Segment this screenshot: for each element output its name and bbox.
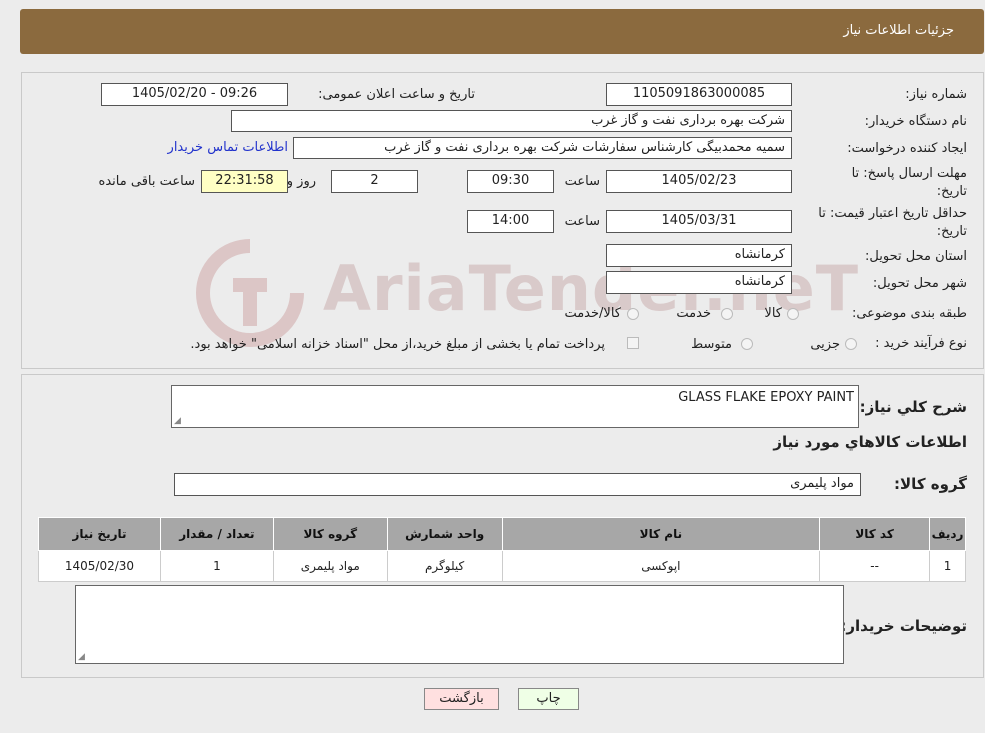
category-goods-service-radio[interactable] [627, 308, 639, 324]
need-number-field: 1105091863000085 [606, 83, 792, 106]
process-minor-radio[interactable] [845, 338, 857, 354]
category-label: طبقه بندی موضوعی: [851, 306, 967, 321]
process-medium-label: متوسط [691, 337, 732, 352]
cell-goods-group: مواد پلیمری [272, 550, 388, 582]
page-title: جزئیات اطلاعات نیاز [843, 23, 954, 38]
col-quantity: تعداد / مقدار [159, 517, 274, 551]
price-validity-time-field: 14:00 [467, 210, 554, 233]
col-goods-group: گروه کالا [272, 517, 388, 551]
price-validity-time-label: ساعت [564, 214, 600, 229]
cell-goods-code: -- [819, 550, 931, 582]
price-validity-date-field: 1405/03/31 [606, 210, 792, 233]
deadline-label: مهلت ارسال پاسخ: تا تاریخ: [851, 166, 967, 199]
buyer-notes-label: توضیحات خریدار: [840, 617, 967, 635]
goods-table-header-row: رديف کد کالا نام کالا واحد شمارش گروه کا… [38, 517, 966, 551]
cell-need-date: 1405/02/30 [38, 550, 161, 582]
watermark-logo-icon [196, 239, 304, 347]
buyer-org-label: نام دستگاه خریدار: [864, 114, 967, 129]
city-field: کرمانشاه [606, 271, 792, 294]
announce-label: تاریخ و ساعت اعلان عمومی: [318, 87, 475, 102]
process-minor-label: جزیی [810, 337, 840, 352]
table-row: 1 -- اپوکسی کیلوگرم مواد پلیمری 1 1405/0… [38, 550, 966, 582]
buyer-org-field: شرکت بهره برداری نفت و گاز غرب [231, 110, 792, 132]
category-service-label: خدمت [676, 306, 711, 321]
col-unit: واحد شمارش [386, 517, 503, 551]
col-goods-name: نام کالا [501, 517, 821, 551]
cell-row-number: 1 [929, 550, 966, 582]
category-goods-radio[interactable] [787, 308, 799, 324]
goods-group-label: گروه کالا: [894, 475, 967, 493]
province-field: کرمانشاه [606, 244, 792, 267]
price-validity-label: حداقل تاریخ اعتبار قیمت: تا تاریخ: [818, 206, 967, 239]
creator-label: ایجاد کننده درخواست: [847, 141, 967, 156]
cell-quantity: 1 [159, 550, 274, 582]
days-label: روز و [286, 174, 316, 189]
remaining-time-field: 22:31:58 [201, 170, 288, 193]
summary-label: شرح کلي نياز: [859, 398, 967, 416]
remaining-time-label: ساعت باقی مانده [98, 174, 195, 189]
city-label: شهر محل تحویل: [872, 276, 967, 291]
goods-table-wrap: رديف کد کالا نام کالا واحد شمارش گروه کا… [38, 517, 966, 582]
summary-textarea[interactable]: GLASS FLAKE EPOXY PAINT ◢ [171, 385, 859, 428]
province-label: استان محل تحویل: [865, 249, 967, 264]
buyer-notes-textarea[interactable]: ◢ [75, 585, 844, 664]
goods-table: رديف کد کالا نام کالا واحد شمارش گروه کا… [38, 517, 966, 582]
treasury-payment-checkbox[interactable] [627, 337, 639, 353]
resize-grip-icon[interactable]: ◢ [78, 652, 85, 662]
col-row-number: رديف [929, 517, 966, 551]
process-type-label: نوع فرآیند خرید : [875, 336, 967, 351]
need-number-label: شماره نیاز: [905, 87, 967, 102]
col-need-date: تاريخ نياز [38, 517, 161, 551]
deadline-date-field: 1405/02/23 [606, 170, 792, 193]
col-goods-code: کد کالا [819, 517, 931, 551]
days-remaining-field: 2 [331, 170, 418, 193]
cell-goods-name: اپوکسی [501, 550, 821, 582]
category-service-radio[interactable] [721, 308, 733, 324]
back-button[interactable]: بازگشت [424, 688, 499, 710]
cell-unit: کیلوگرم [386, 550, 503, 582]
print-button[interactable]: چاپ [518, 688, 579, 710]
summary-text: GLASS FLAKE EPOXY PAINT [678, 390, 854, 405]
category-goods-service-label: کالا/خدمت [564, 306, 621, 321]
category-goods-label: کالا [764, 306, 782, 321]
announce-datetime-field: 1405/02/20 - 09:26 [101, 83, 288, 106]
resize-grip-icon[interactable]: ◢ [174, 416, 181, 426]
page-header: جزئیات اطلاعات نیاز [20, 9, 984, 54]
process-medium-radio[interactable] [741, 338, 753, 354]
payment-note: پرداخت تمام یا بخشی از مبلغ خرید،از محل … [190, 337, 605, 352]
creator-field: سمیه محمدبیگی کارشناس سفارشات شرکت بهره … [293, 137, 792, 159]
goods-info-title: اطلاعات کالاهاي مورد نياز [773, 433, 967, 451]
goods-group-field: مواد پلیمری [174, 473, 861, 496]
deadline-time-label: ساعت [564, 174, 600, 189]
buyer-contact-link[interactable]: اطلاعات تماس خریدار [168, 140, 288, 155]
deadline-time-field: 09:30 [467, 170, 554, 193]
